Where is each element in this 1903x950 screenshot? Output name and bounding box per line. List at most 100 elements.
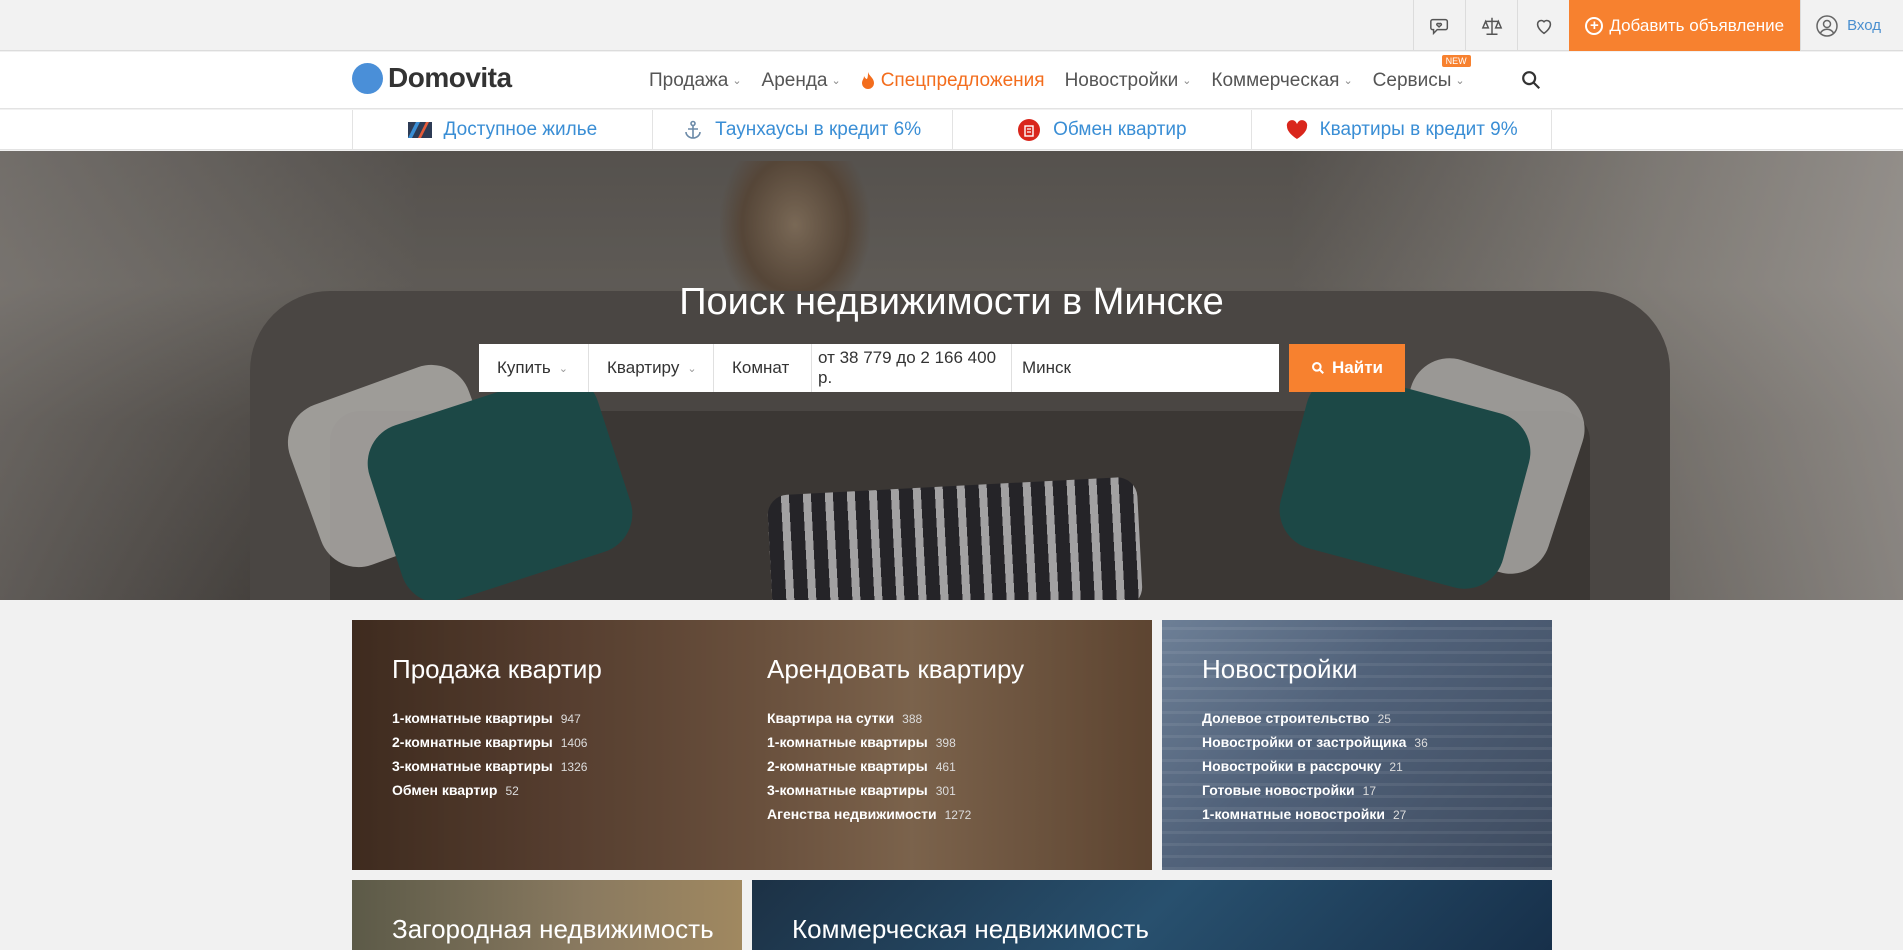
logo[interactable]: Domovita [352,62,512,94]
chevron-down-icon: ⌄ [558,362,568,375]
link-count: 1326 [560,760,588,774]
nav-item-label: Аренда [761,69,828,91]
login-button[interactable]: Вход [1800,0,1903,51]
flame-icon [861,71,874,89]
top-utility-bar: + Добавить объявление Вход [0,0,1903,51]
rooms-select[interactable]: Комнат [714,344,812,392]
compare-button[interactable] [1465,0,1517,51]
chevron-down-icon: ⌄ [687,362,697,375]
chevron-down-icon: ⌄ [1182,75,1192,87]
nav-item-new-buildings[interactable]: Новостройки ⌄ [1065,70,1192,92]
tile-title-country[interactable]: Загородная недвижимость [392,914,714,945]
favorite-heart-icon [1536,19,1552,34]
rent-links-list: Квартира на сутки 388 1-комнатные квартир… [767,706,971,826]
city-value: Минск [1022,358,1071,377]
exchange-building-icon [1018,119,1041,141]
nav-item-label: Новостройки [1064,69,1179,91]
hero-title: Поиск недвижимости в Минске [679,281,1224,323]
city-input[interactable]: Минск [1012,344,1279,392]
list-item[interactable]: 3-комнатные квартиры 1326 [392,754,587,778]
promo-townhouses-credit[interactable]: Таунхаусы в кредит 6% [651,110,952,150]
link-label: Новостройки в рассрочку [1202,758,1382,774]
link-label: 1-комнатные квартиры [767,734,928,750]
promo-affordable-housing[interactable]: Доступное жилье [352,110,652,150]
add-ad-label: Добавить объявление [1609,15,1785,35]
nav-item-rent[interactable]: Аренда ⌄ [762,70,841,92]
find-button[interactable]: Найти [1289,344,1405,392]
red-heart-icon [1286,120,1307,139]
chat-heart-icon [1429,18,1448,35]
list-item[interactable]: 1-комнатные квартиры 947 [392,706,587,730]
nav-item-sale[interactable]: Продажа ⌄ [649,70,742,92]
search-icon[interactable] [1520,69,1542,91]
nav-item-label: Продажа [649,69,729,91]
nav-item-label: Сервисы [1372,69,1452,91]
link-count: 461 [935,760,956,774]
hero-banner: Поиск недвижимости в Минске Купить ⌄ Квар… [0,151,1903,600]
find-button-label: Найти [1332,358,1383,377]
link-label: Обмен квартир [392,782,498,798]
favorites-button[interactable] [1517,0,1569,51]
list-item[interactable]: 2-комнатные квартиры 1406 [392,730,587,754]
link-count: 27 [1392,808,1407,822]
tile-sale-rent: Продажа квартир 1-комнатные квартиры 947 … [352,620,1152,870]
chevron-down-icon: ⌄ [831,75,841,87]
list-item[interactable]: 2-комнатные квартиры 461 [767,754,971,778]
property-type-select[interactable]: Квартиру ⌄ [589,344,714,392]
house-stripes-icon [407,122,432,138]
promo-label: Таунхаусы в кредит 6% [715,119,922,140]
nav-item-label: Спецпредложения [880,69,1045,91]
link-count: 21 [1389,760,1403,774]
link-count: 398 [935,736,956,750]
messages-button[interactable] [1413,0,1465,51]
link-count: 17 [1362,784,1377,798]
logo-text: Domovita [388,62,512,93]
link-label: 1-комнатные новостройки [1202,806,1385,822]
nav-item-commercial[interactable]: Коммерческая ⌄ [1211,70,1352,92]
list-item[interactable]: 1-комнатные новостройки 27 [1202,802,1428,826]
tile-title-commercial[interactable]: Коммерческая недвижимость [792,914,1149,945]
link-count: 1406 [560,736,588,750]
tile-title-rent[interactable]: Арендовать квартиру [767,654,1024,685]
deal-type-select[interactable]: Купить ⌄ [479,344,589,392]
chevron-down-icon: ⌄ [732,75,742,87]
link-count: 947 [560,712,581,726]
property-search-form: Купить ⌄ Квартиру ⌄ Комнат от 38 779 до 2 … [479,344,1279,392]
promo-apartments-credit[interactable]: Квартиры в кредит 9% [1251,110,1552,150]
link-count: 25 [1377,712,1391,726]
tile-title-new[interactable]: Новостройки [1202,654,1357,685]
link-label: Долевое строительство [1202,710,1370,726]
new-badge: NEW [1441,54,1471,67]
main-navigation: Domovita Продажа ⌄ Аренда ⌄ Спецпредложени… [0,52,1903,109]
price-range-input[interactable]: от 38 779 до 2 166 400 р. [812,344,1012,392]
link-count: 52 [505,784,519,798]
list-item[interactable]: Новостройки от застройщика 36 [1202,730,1428,754]
link-label: Новостройки от застройщика [1202,734,1407,750]
list-item[interactable]: Готовые новостройки 17 [1202,778,1428,802]
list-item[interactable]: 1-комнатные квартиры 398 [767,730,971,754]
anchor-icon [685,120,701,139]
deal-type-value: Купить [497,358,551,377]
tile-title-sale[interactable]: Продажа квартир [392,654,602,685]
nav-item-label: Коммерческая [1211,69,1340,91]
add-ad-button[interactable]: + Добавить объявление [1569,0,1801,51]
promo-strip: Доступное жилье Таунхаусы в кредит 6% Об… [0,110,1903,150]
plus-circle-icon: + [1585,16,1604,35]
nav-item-services[interactable]: Сервисы ⌄ NEW [1372,54,1471,92]
nav-item-special-offers[interactable]: Спецпредложения [861,70,1045,92]
link-count: 301 [935,784,956,798]
top-tools: + Добавить объявление Вход [1413,0,1903,51]
list-item[interactable]: Обмен квартир 52 [392,778,587,802]
list-item[interactable]: Долевое строительство 25 [1202,706,1428,730]
rooms-value: Комнат [732,358,790,377]
list-item[interactable]: 3-комнатные квартиры 301 [767,778,971,802]
link-label: 1-комнатные квартиры [392,710,553,726]
promo-apartment-exchange[interactable]: Обмен квартир [951,110,1252,150]
chevron-down-icon: ⌄ [1343,75,1353,87]
link-label: 3-комнатные квартиры [392,758,553,774]
list-item[interactable]: Агенства недвижимости 1272 [767,802,971,826]
search-icon [1312,362,1324,374]
list-item[interactable]: Новостройки в рассрочку 21 [1202,754,1428,778]
login-label: Вход [1847,17,1881,34]
list-item[interactable]: Квартира на сутки 388 [767,706,971,730]
